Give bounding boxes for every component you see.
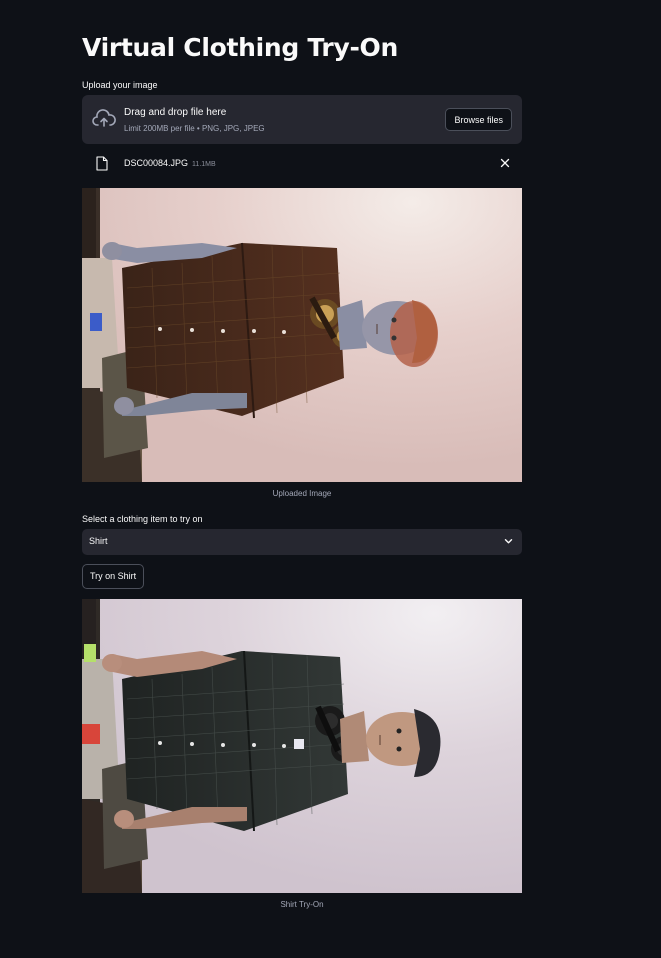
uploaded-file-row: DSC00084.JPG 11.1MB	[82, 150, 522, 178]
file-size: 11.1MB	[192, 161, 216, 168]
close-icon[interactable]	[500, 158, 510, 168]
chevron-down-icon	[504, 539, 513, 544]
file-dropzone[interactable]: Drag and drop file here Limit 200MB per …	[82, 95, 522, 144]
uploaded-image-caption: Uploaded Image	[272, 489, 332, 498]
upload-label: Upload your image	[82, 80, 158, 90]
clothing-select-value: Shirt	[89, 536, 108, 546]
file-name: DSC00084.JPG 11.1MB	[124, 158, 216, 168]
result-image-caption: Shirt Try-On	[280, 900, 324, 909]
clothing-select-label: Select a clothing item to try on	[82, 514, 203, 524]
page-title: Virtual Clothing Try-On	[82, 33, 398, 62]
cloud-upload-icon	[92, 109, 116, 127]
dropzone-title: Drag and drop file here	[124, 107, 227, 118]
browse-files-button[interactable]: Browse files	[445, 108, 512, 131]
file-icon	[96, 156, 108, 171]
try-on-button[interactable]: Try on Shirt	[82, 564, 145, 589]
file-name-text: DSC00084.JPG	[124, 158, 189, 168]
dropzone-subtitle: Limit 200MB per file • PNG, JPG, JPEG	[124, 124, 265, 133]
uploaded-image	[82, 188, 522, 482]
clothing-select[interactable]: Shirt	[82, 529, 522, 555]
result-image	[82, 599, 522, 893]
